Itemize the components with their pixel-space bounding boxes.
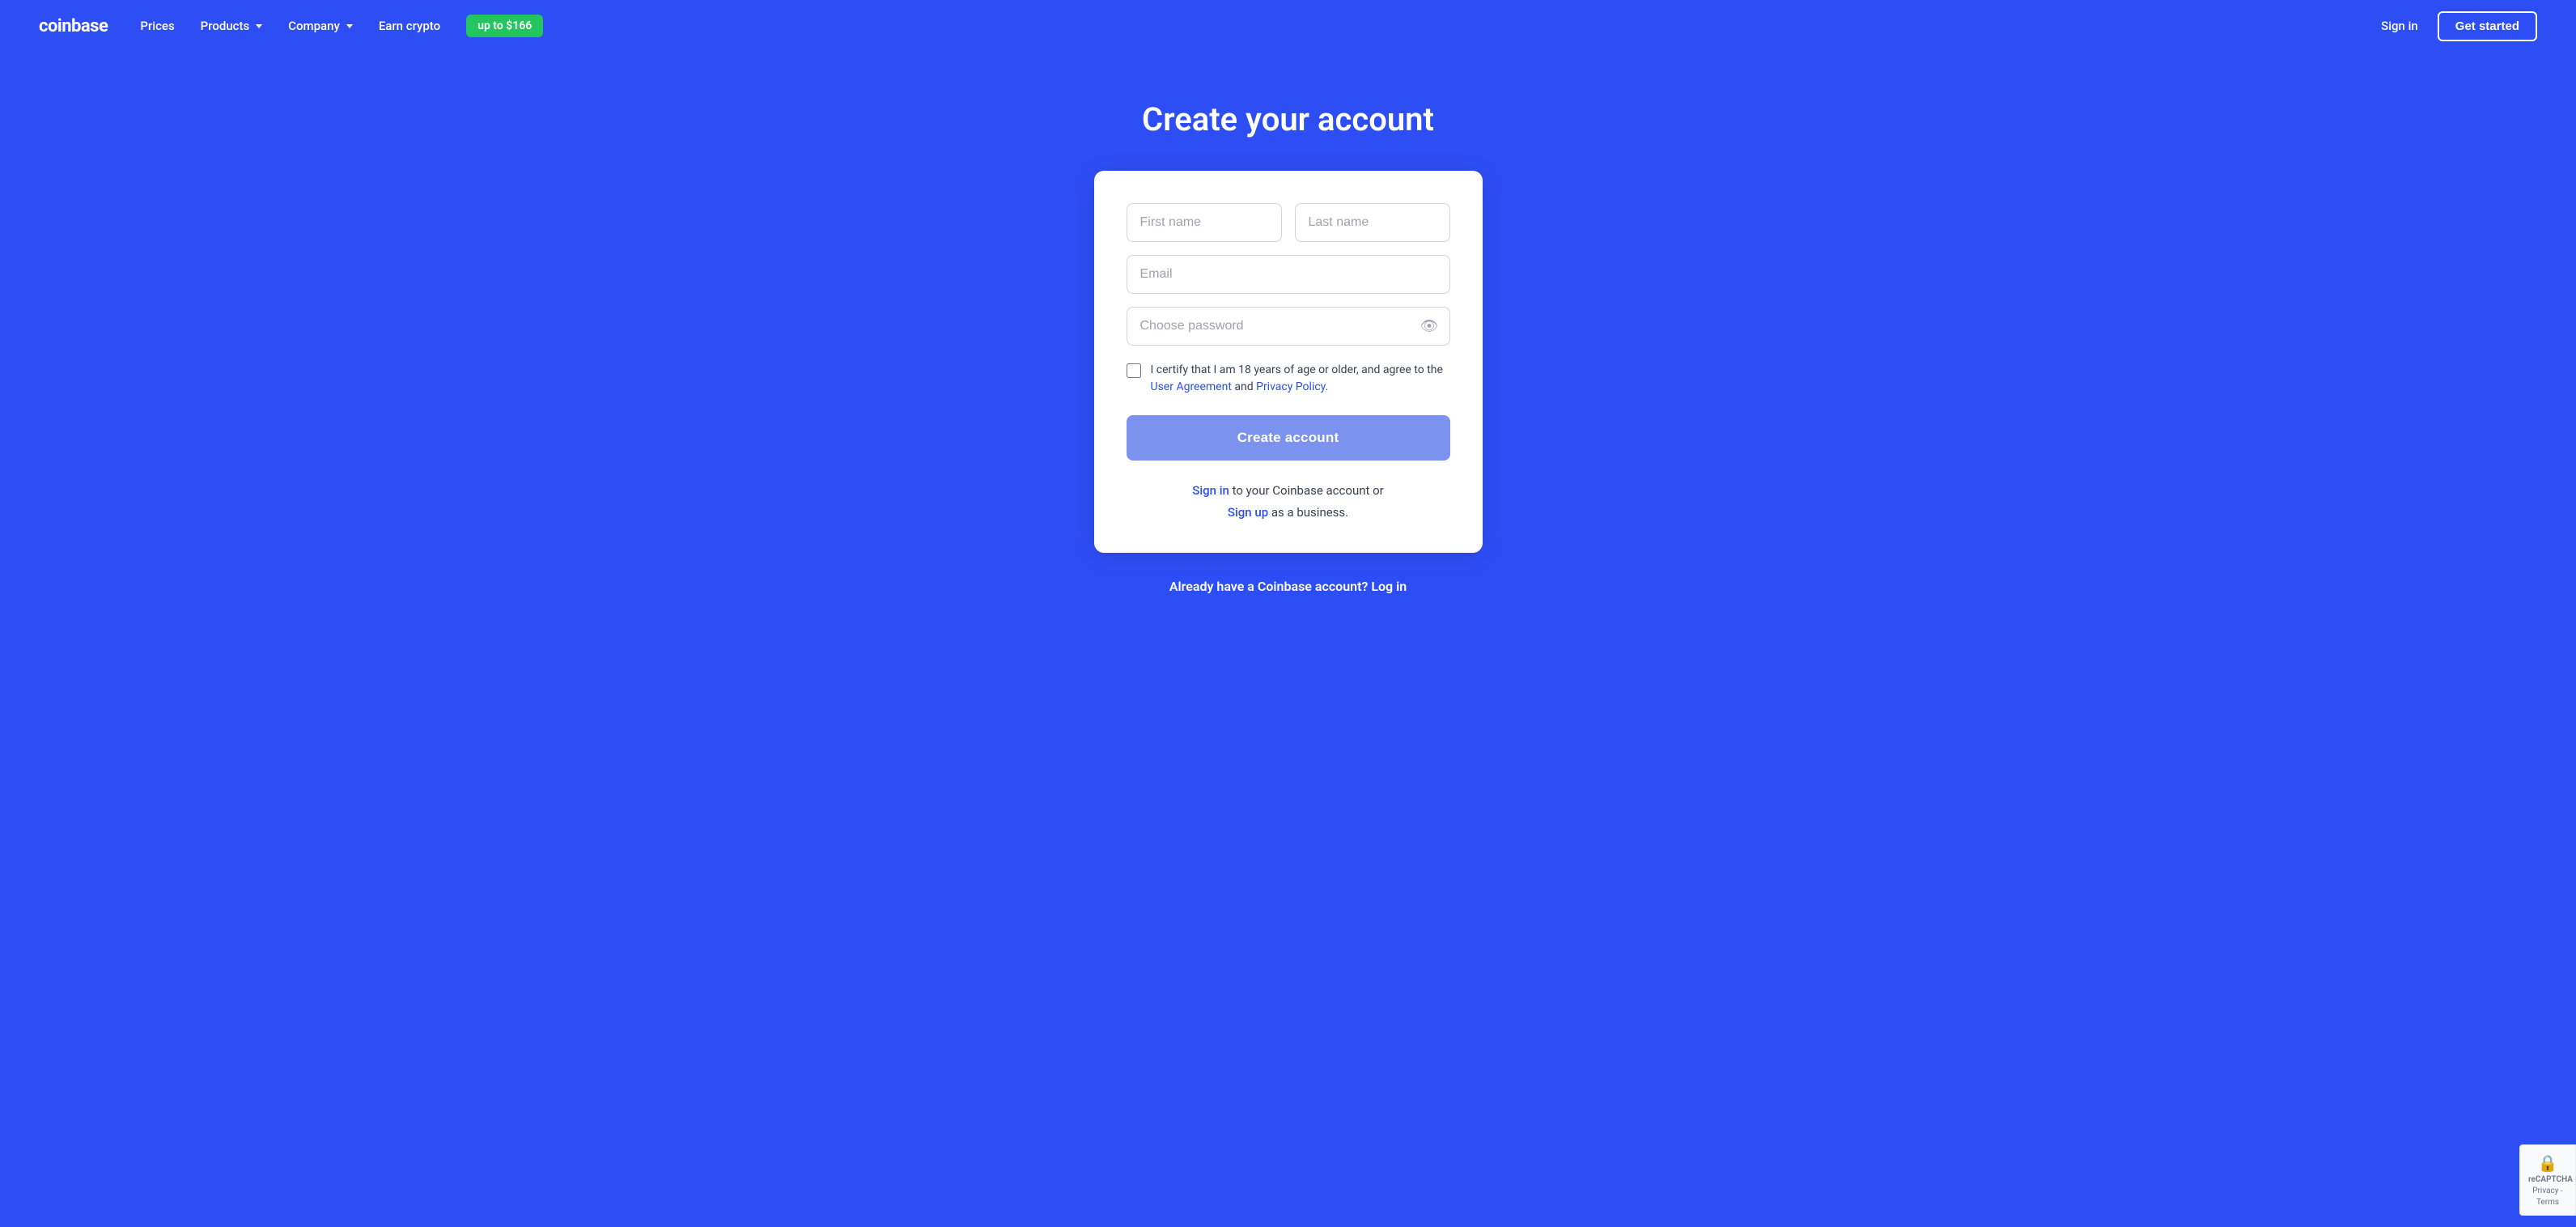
- last-name-input[interactable]: [1295, 203, 1450, 242]
- password-input[interactable]: [1127, 307, 1450, 346]
- recaptcha-badge: 🔒 reCAPTCHA Privacy - Terms: [2519, 1144, 2576, 1216]
- signup-row: Sign up as a business.: [1127, 502, 1450, 524]
- user-agreement-link[interactable]: User Agreement: [1151, 380, 1232, 393]
- signup-bottom-link[interactable]: Sign up: [1228, 505, 1268, 520]
- terms-checkbox[interactable]: [1127, 363, 1141, 378]
- nav-prices[interactable]: Prices: [140, 19, 174, 33]
- nav-right: Sign in Get started: [2381, 11, 2537, 41]
- company-chevron-icon: [346, 24, 353, 28]
- page-title: Create your account: [1142, 100, 1434, 138]
- nav-links: Prices Products Company Earn crypto up t…: [140, 15, 2381, 37]
- signin-row: Sign in to your Coinbase account or: [1127, 480, 1450, 502]
- name-row: [1127, 203, 1450, 242]
- sign-in-link[interactable]: Sign in: [2381, 19, 2418, 33]
- signup-form-card: 👁 I certify that I am 18 years of age or…: [1094, 171, 1483, 553]
- terms-label[interactable]: I certify that I am 18 years of age or o…: [1151, 362, 1450, 396]
- password-wrapper: 👁: [1127, 307, 1450, 346]
- email-input[interactable]: [1127, 255, 1450, 294]
- signin-bottom-link[interactable]: Sign in: [1192, 483, 1229, 498]
- recaptcha-logo: 🔒: [2528, 1152, 2567, 1174]
- first-name-input[interactable]: [1127, 203, 1282, 242]
- nav-products[interactable]: Products: [201, 19, 263, 33]
- products-chevron-icon: [256, 24, 262, 28]
- already-account-text: Already have a Coinbase account? Log in: [1169, 579, 1407, 594]
- already-account-link[interactable]: Already have a Coinbase account? Log in: [1169, 579, 1407, 594]
- nav-company[interactable]: Company: [288, 19, 353, 33]
- navbar: coinbase Prices Products Company Earn cr…: [0, 0, 2576, 52]
- coinbase-logo[interactable]: coinbase: [39, 16, 108, 36]
- create-account-button[interactable]: Create account: [1127, 415, 1450, 461]
- get-started-button[interactable]: Get started: [2438, 11, 2537, 41]
- main-content: Create your account 👁 I certify that I a…: [0, 52, 2576, 659]
- show-password-icon[interactable]: 👁: [1420, 318, 1439, 335]
- earn-badge[interactable]: up to $166: [466, 15, 543, 37]
- bottom-links: Sign in to your Coinbase account or Sign…: [1127, 480, 1450, 524]
- email-wrapper: [1127, 255, 1450, 294]
- nav-earn-crypto[interactable]: Earn crypto: [379, 19, 440, 33]
- privacy-policy-link[interactable]: Privacy Policy: [1256, 380, 1325, 393]
- terms-checkbox-row: I certify that I am 18 years of age or o…: [1127, 362, 1450, 396]
